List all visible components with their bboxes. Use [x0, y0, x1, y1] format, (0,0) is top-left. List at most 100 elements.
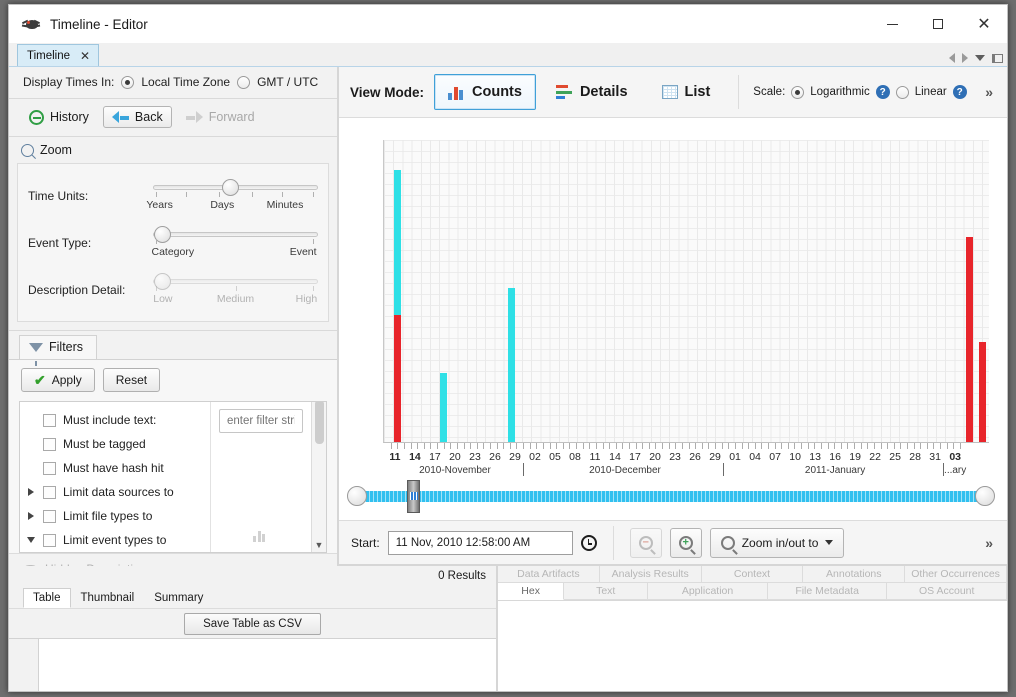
month-band-label: ...ary — [944, 465, 967, 476]
radio-linear[interactable] — [895, 85, 909, 99]
chart-bar[interactable] — [979, 342, 987, 442]
chart-bar[interactable] — [394, 315, 402, 442]
tab-label: Context — [733, 568, 771, 580]
expander-right-icon[interactable] — [26, 512, 36, 520]
checkbox-limit-file-types[interactable] — [43, 509, 56, 523]
tab-filters[interactable]: Filters — [19, 335, 98, 366]
reset-button[interactable]: Reset — [102, 368, 161, 392]
filter-must-have-hash-hit[interactable]: Must have hash hit — [20, 456, 210, 480]
tab-data-artifacts[interactable]: Data Artifacts — [498, 566, 600, 583]
next-tab-icon[interactable] — [962, 53, 968, 63]
axis-tick — [397, 443, 399, 449]
maximize-button[interactable] — [915, 5, 961, 43]
radio-gmt-utc[interactable] — [237, 75, 251, 89]
restore-icon[interactable] — [992, 53, 1003, 63]
filters-scrollbar[interactable]: ▲ ▼ — [311, 402, 326, 552]
tab-summary[interactable]: Summary — [144, 588, 213, 608]
tab-thumbnail[interactable]: Thumbnail — [71, 588, 145, 608]
scrollbar-thumb[interactable] — [314, 402, 324, 444]
tab-annotations[interactable]: Annotations — [803, 566, 906, 583]
chart-controls-overflow-button[interactable]: » — [977, 535, 1001, 551]
x-axis-tick-label: 26 — [489, 451, 501, 463]
help-icon[interactable]: ? — [952, 85, 967, 99]
tab-context[interactable]: Context — [701, 566, 804, 583]
save-table-as-csv-button[interactable]: Save Table as CSV — [184, 612, 321, 635]
minimize-button[interactable] — [869, 5, 915, 43]
x-axis-tick-label: 08 — [569, 451, 581, 463]
checkbox-limit-event-types[interactable] — [43, 533, 56, 547]
filter-must-be-tagged[interactable]: Must be tagged — [20, 432, 210, 456]
filter-limit-event-types[interactable]: Limit event types to — [20, 528, 210, 552]
tab-file-metadata[interactable]: File Metadata — [767, 583, 888, 600]
chart-bar[interactable] — [508, 287, 516, 442]
expander-right-icon[interactable] — [26, 488, 36, 496]
zoom-in-button[interactable]: + — [669, 527, 702, 558]
tab-table[interactable]: Table — [23, 588, 71, 608]
axis-tick — [609, 443, 611, 449]
checkbox-must-include-text[interactable] — [43, 413, 56, 427]
tab-label: Other Occurrences — [911, 568, 1000, 580]
forward-button[interactable]: Forward — [178, 107, 263, 127]
timeline-range-slider[interactable] — [345, 480, 997, 514]
checkbox-must-have-hash-hit[interactable] — [43, 461, 56, 475]
range-marker[interactable] — [407, 480, 420, 513]
chevron-down-icon[interactable] — [975, 55, 985, 61]
chart-bar[interactable] — [394, 170, 402, 316]
filter-limit-file-types[interactable]: Limit file types to — [20, 504, 210, 528]
plot-canvas[interactable] — [383, 140, 989, 443]
chart-bar[interactable] — [439, 372, 447, 442]
radio-local-time-zone[interactable] — [121, 75, 135, 89]
filter-text-input[interactable] — [219, 409, 303, 433]
slider-description-detail: Description Detail: Low Medium High — [28, 264, 318, 311]
filter-label: Limit file types to — [63, 509, 153, 523]
results-table[interactable] — [9, 638, 496, 691]
scroll-down-icon[interactable]: ▼ — [315, 540, 324, 550]
filter-limit-data-sources[interactable]: Limit data sources to — [20, 480, 210, 504]
description-detail-track[interactable] — [153, 273, 318, 290]
range-track[interactable] — [361, 491, 981, 502]
tab-hex[interactable]: Hex — [498, 583, 565, 600]
time-units-track[interactable] — [153, 179, 318, 196]
radio-logarithmic[interactable] — [791, 85, 805, 99]
window-title: Timeline - Editor — [50, 16, 148, 32]
view-mode-details[interactable]: Details — [542, 74, 642, 110]
history-button[interactable]: History — [21, 107, 97, 128]
start-date-field[interactable]: 11 Nov, 2010 12:58:00 AM — [387, 530, 573, 555]
tab-os-account[interactable]: OS Account — [887, 583, 1007, 600]
axis-tick — [880, 443, 882, 449]
view-mode-list[interactable]: List — [648, 74, 725, 110]
tab-timeline[interactable]: Timeline ✕ — [17, 44, 100, 66]
x-axis-month-bands: 2010-November 2010-December 2011-January..… — [383, 463, 979, 480]
tab-other-occurrences[interactable]: Other Occurrences — [905, 566, 1007, 583]
back-button[interactable]: Back — [102, 106, 172, 128]
event-type-track[interactable] — [153, 226, 318, 243]
zoom-out-button[interactable]: − — [629, 527, 662, 558]
filters-actions: ✔ Apply Reset — [9, 360, 337, 401]
checkbox-limit-data-sources[interactable] — [43, 485, 56, 499]
toolbar-overflow-button[interactable]: » — [977, 84, 1001, 100]
apply-button[interactable]: ✔ Apply — [21, 368, 95, 392]
tab-text[interactable]: Text — [564, 583, 649, 600]
title-bar: Timeline - Editor ✕ — [9, 5, 1007, 43]
axis-tick — [940, 443, 942, 449]
chart-bar[interactable] — [966, 236, 973, 442]
prev-tab-icon[interactable] — [949, 53, 955, 63]
close-button[interactable]: ✕ — [961, 5, 1007, 43]
zoom-in-out-to-dropdown[interactable]: Zoom in/out to — [709, 527, 845, 558]
filter-must-include-text[interactable]: Must include text: — [20, 408, 210, 432]
close-icon[interactable]: ✕ — [80, 49, 90, 63]
view-mode-counts[interactable]: Counts — [434, 74, 536, 110]
expander-down-icon[interactable] — [26, 537, 36, 543]
tab-label: Timeline — [27, 49, 71, 62]
clock-icon[interactable] — [580, 534, 597, 551]
range-handle-right[interactable] — [975, 486, 995, 506]
left-control-panel: Display Times In: Local Time Zone GMT / … — [9, 67, 339, 585]
axis-tick — [509, 443, 511, 449]
axis-tick — [695, 443, 697, 449]
funnel-icon — [29, 342, 43, 366]
checkbox-must-be-tagged[interactable] — [43, 437, 56, 451]
help-icon[interactable]: ? — [875, 85, 890, 99]
tab-application[interactable]: Application — [648, 583, 768, 600]
range-handle-left[interactable] — [347, 486, 367, 506]
tab-analysis-results[interactable]: Analysis Results — [599, 566, 702, 583]
